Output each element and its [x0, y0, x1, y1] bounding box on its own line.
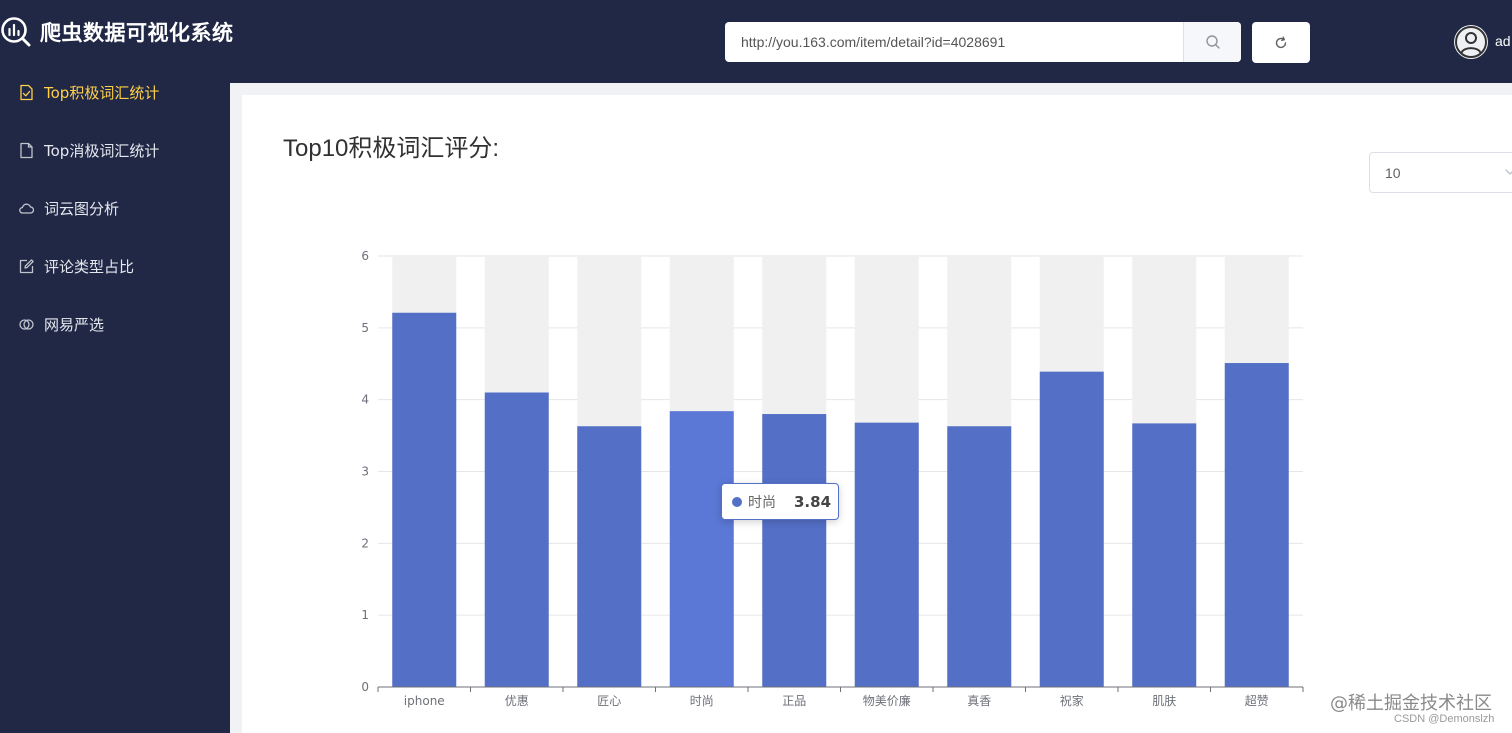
- sidebar-item-word-cloud[interactable]: 词云图分析: [18, 196, 119, 220]
- app-title: 爬虫数据可视化系统: [40, 21, 234, 45]
- sidebar-item-label: Top积极词汇统计: [44, 83, 160, 102]
- sidebar-item-negative-words[interactable]: Top消极词汇统计: [18, 138, 159, 162]
- refresh-button[interactable]: [1252, 22, 1310, 63]
- sidebar-item-label: 评论类型占比: [44, 257, 135, 276]
- select-value: 10: [1385, 164, 1401, 181]
- chevron-down-icon: [1505, 169, 1512, 175]
- top-header: 爬虫数据可视化系统 ad: [0, 0, 1512, 83]
- page-title: Top10积极词汇评分:: [283, 135, 500, 162]
- series-dot-icon: [732, 496, 742, 507]
- sidebar-item-label: Top消极词汇统计: [44, 141, 160, 160]
- tooltip-value: 3.84: [794, 492, 832, 511]
- watermark-sub: CSDN @Demonslzh: [1394, 713, 1495, 725]
- sidebar-item-label: 网易严选: [44, 315, 105, 334]
- sidebar-item-netease[interactable]: 网易严选: [18, 312, 104, 336]
- top-n-select[interactable]: 10: [1369, 152, 1512, 193]
- edit-icon: [19, 258, 34, 273]
- analytics-search-icon: [1, 17, 31, 47]
- user-icon: [1455, 26, 1487, 58]
- username[interactable]: ad: [1495, 33, 1511, 49]
- document-check-icon: [20, 84, 33, 100]
- url-input[interactable]: [725, 22, 1183, 62]
- search-icon: [1205, 35, 1220, 49]
- watermark: @稀土掘金技术社区: [1330, 693, 1492, 714]
- main-card: Top10积极词汇评分: 10: [242, 95, 1512, 733]
- cloud-icon: [19, 203, 35, 214]
- document-icon: [20, 142, 33, 158]
- refresh-icon: [1275, 36, 1287, 48]
- tooltip-label: 时尚: [748, 494, 776, 511]
- url-search-box: [725, 22, 1241, 62]
- avatar[interactable]: [1454, 25, 1488, 59]
- sidebar-item-comment-types[interactable]: 评论类型占比: [18, 254, 134, 278]
- link-icon: [19, 318, 34, 330]
- app-logo[interactable]: 爬虫数据可视化系统: [0, 16, 234, 48]
- sidebar: Top积极词汇统计 Top消极词汇统计 词云图分析 评论类型占比 网易严选: [0, 83, 230, 733]
- sidebar-item-label: 词云图分析: [44, 199, 120, 218]
- sidebar-item-positive-words[interactable]: Top积极词汇统计: [18, 80, 159, 104]
- chart-tooltip: 时尚 3.84: [721, 483, 839, 520]
- search-button[interactable]: [1183, 22, 1241, 62]
